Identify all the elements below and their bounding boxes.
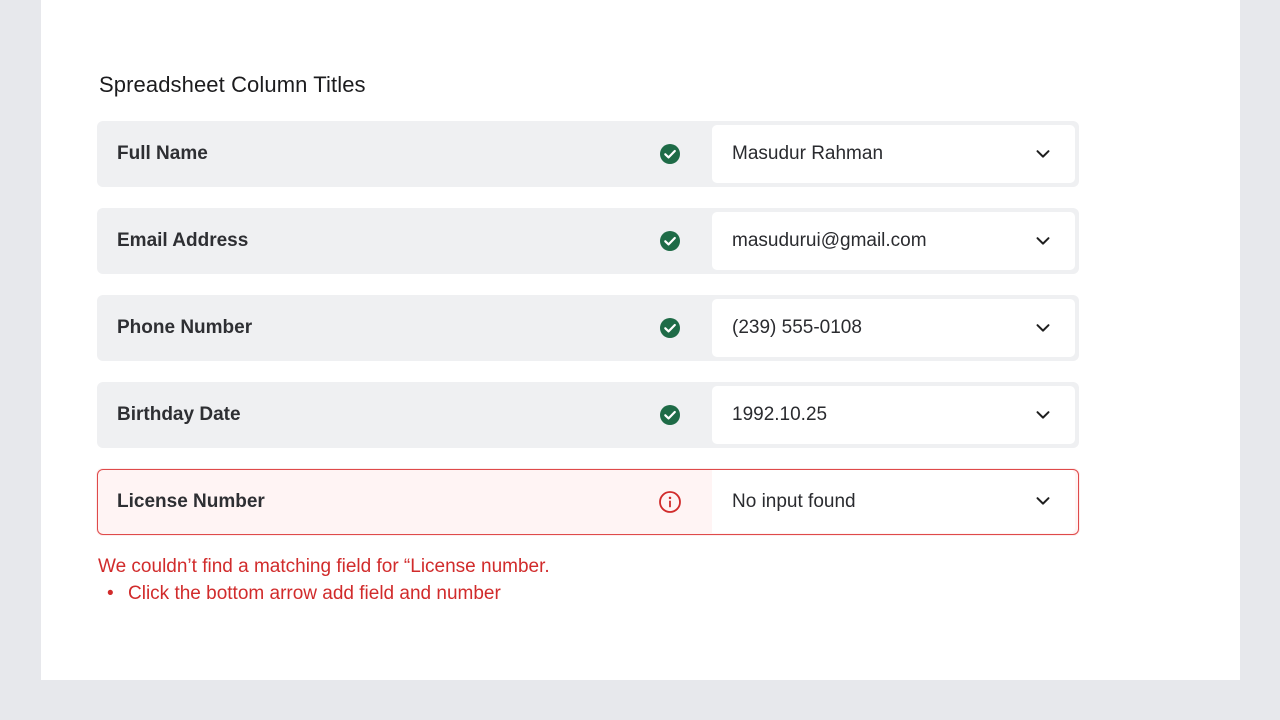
field-mapping-list: Full Name Masudur Rahman Email Address m… — [97, 121, 1079, 556]
bullet: • — [107, 583, 114, 604]
check-icon — [660, 231, 680, 251]
field-label: Phone Number — [117, 317, 253, 338]
chevron-down-icon[interactable] — [1035, 146, 1051, 162]
error-message: We couldn’t find a matching field for “L… — [98, 556, 550, 577]
chevron-down-icon[interactable] — [1035, 233, 1051, 249]
select-value: No input found — [732, 491, 856, 512]
column-select-birthday-date[interactable]: 1992.10.25 — [712, 386, 1075, 444]
field-label: License Number — [117, 491, 265, 512]
field-label: Birthday Date — [117, 404, 241, 425]
select-value: (239) 555-0108 — [732, 317, 862, 338]
column-select-license-number[interactable]: No input found — [712, 470, 1075, 533]
info-icon — [659, 490, 681, 513]
field-label: Email Address — [117, 230, 249, 251]
field-row-phone-number: Phone Number (239) 555-0108 — [97, 295, 1079, 361]
section-title: Spreadsheet Column Titles — [99, 72, 366, 97]
chevron-down-icon[interactable] — [1035, 493, 1051, 509]
error-hint-text: Click the bottom arrow add field and num… — [128, 583, 501, 604]
field-row-email-address: Email Address masudurui@gmail.com — [97, 208, 1079, 274]
form-card: Spreadsheet Column Titles Full Name Masu… — [41, 0, 1240, 680]
column-select-full-name[interactable]: Masudur Rahman — [712, 125, 1075, 183]
column-select-email-address[interactable]: masudurui@gmail.com — [712, 212, 1075, 270]
field-row-full-name: Full Name Masudur Rahman — [97, 121, 1079, 187]
select-value: 1992.10.25 — [732, 404, 828, 425]
chevron-down-icon[interactable] — [1035, 407, 1051, 423]
error-hint: • Click the bottom arrow add field and nu… — [107, 583, 501, 605]
field-label: Full Name — [117, 143, 208, 164]
check-icon — [660, 405, 680, 425]
check-icon — [660, 318, 680, 338]
field-row-license-number: License Number No input found — [97, 469, 1079, 535]
select-value: masudurui@gmail.com — [732, 230, 927, 251]
check-icon — [660, 144, 680, 164]
chevron-down-icon[interactable] — [1035, 320, 1051, 336]
select-value: Masudur Rahman — [732, 143, 884, 164]
column-select-phone-number[interactable]: (239) 555-0108 — [712, 299, 1075, 357]
field-row-birthday-date: Birthday Date 1992.10.25 — [97, 382, 1079, 448]
